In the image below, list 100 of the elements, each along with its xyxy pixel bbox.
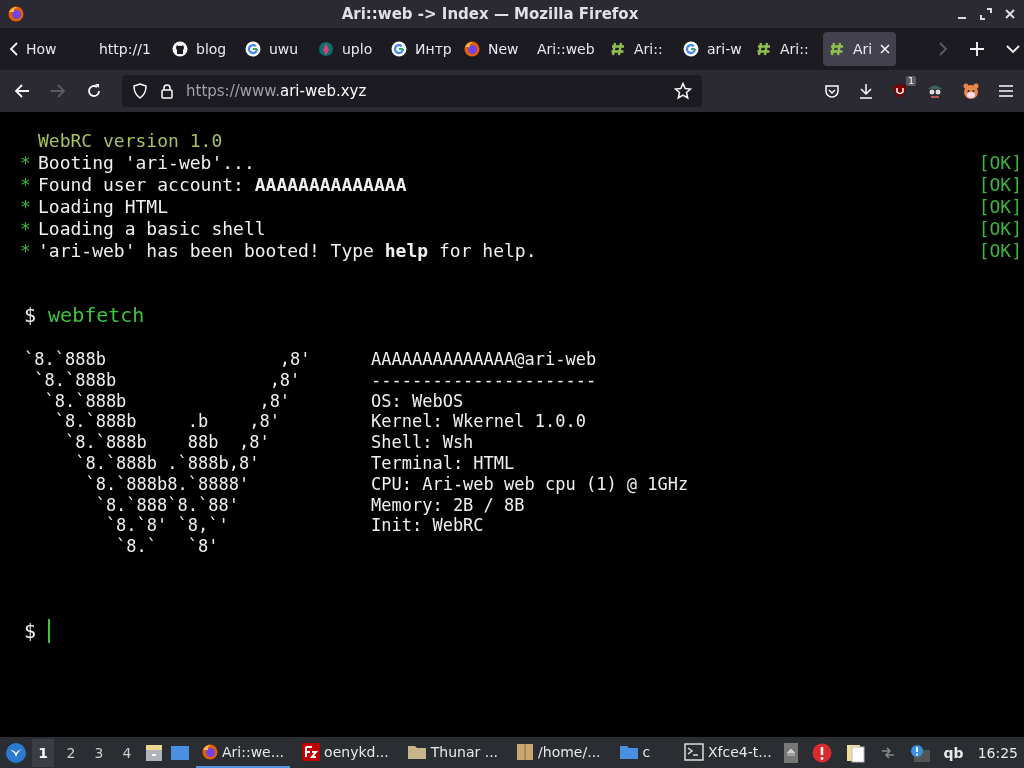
scroll-left-icon[interactable] bbox=[8, 42, 20, 56]
firefox-icon bbox=[202, 743, 218, 760]
shield-icon[interactable] bbox=[132, 83, 148, 99]
bullet: * bbox=[20, 196, 32, 218]
window-title: Ari::web -> Index — Mozilla Firefox bbox=[340, 5, 640, 23]
taskbar-button[interactable]: /home/... bbox=[510, 737, 607, 768]
ascii-art-line: `8.`888b ,8' bbox=[33, 369, 301, 391]
boot-message: 'ari-web' has been booted! Type help for help. bbox=[38, 240, 537, 261]
bullet: * bbox=[20, 218, 32, 240]
fz-app-icon bbox=[302, 742, 321, 761]
taskbar-button[interactable]: oenykd... bbox=[296, 737, 395, 768]
tray-label[interactable]: qb bbox=[943, 744, 964, 761]
chevron-down-icon[interactable] bbox=[1006, 44, 1020, 54]
plus-icon[interactable] bbox=[970, 42, 984, 56]
taskbar-button[interactable]: Ari::we... bbox=[196, 737, 291, 768]
system-info-line: ---------------------- bbox=[371, 369, 597, 391]
maximize-icon[interactable] bbox=[980, 8, 992, 20]
prompt-symbol: $ bbox=[24, 303, 37, 327]
address-bar[interactable]: https://www.ari-web.xyz bbox=[122, 75, 702, 107]
ascii-art-line: `8.`888b ,8' bbox=[24, 349, 311, 370]
command-text: webfetch bbox=[48, 303, 145, 327]
close-icon[interactable] bbox=[1004, 8, 1016, 20]
ascii-art-line: `8.`888b8.`8888' bbox=[84, 473, 250, 495]
hash-icon bbox=[756, 41, 772, 57]
bullet: * bbox=[20, 240, 32, 262]
system-info-line: CPU: Ari-web web cpu (1) @ 1GHz bbox=[371, 473, 689, 495]
boot-message: Loading a basic shell bbox=[38, 218, 266, 239]
terminal-icon bbox=[683, 742, 704, 761]
star-icon[interactable] bbox=[674, 82, 692, 100]
back-arrow-icon[interactable] bbox=[14, 83, 30, 99]
status-label: [OK] bbox=[978, 152, 1022, 174]
count-badge: 1 bbox=[906, 76, 916, 86]
browser-tab[interactable]: New bbox=[458, 32, 527, 66]
alert-icon[interactable] bbox=[811, 742, 832, 763]
browser-tab[interactable]: Ari::web bbox=[531, 32, 600, 66]
status-label: [OK] bbox=[978, 240, 1022, 262]
pocket-icon[interactable] bbox=[824, 83, 840, 99]
status-label: [OK] bbox=[978, 196, 1022, 218]
browser-tab[interactable]: Интр bbox=[385, 32, 454, 66]
version-header: WebRC version 1.0 bbox=[38, 130, 224, 152]
menu-icon[interactable] bbox=[998, 84, 1014, 98]
workspace-button[interactable]: 1 bbox=[32, 738, 54, 767]
browser-tab[interactable]: ari-w bbox=[677, 32, 746, 66]
lock-icon[interactable] bbox=[160, 83, 174, 99]
firefox-icon bbox=[464, 41, 480, 57]
hash-icon bbox=[829, 41, 845, 57]
status-label: [OK] bbox=[978, 174, 1022, 196]
taskbar-button[interactable]: c bbox=[612, 737, 657, 768]
browser-tab[interactable]: Ari bbox=[823, 32, 897, 66]
system-info-line: Memory: 2B / 8B bbox=[371, 494, 525, 516]
workspace-button[interactable]: 4 bbox=[116, 738, 138, 767]
system-info-line: Terminal: HTML bbox=[371, 453, 515, 474]
eject-icon[interactable] bbox=[783, 742, 798, 763]
workspace-button[interactable]: 3 bbox=[88, 738, 110, 767]
ascii-art-line: `8.`888b .`888b,8' bbox=[74, 453, 260, 474]
taskbar-button[interactable]: Xfce4-t... bbox=[677, 737, 778, 768]
boot-message: Found user account: AAAAAAAAAAAAAA bbox=[38, 174, 407, 195]
ascii-art-line: `8.`8' `8,`' bbox=[104, 515, 229, 537]
bird-logo-icon[interactable] bbox=[6, 742, 26, 763]
browser-tab[interactable]: How bbox=[20, 32, 89, 66]
reload-icon[interactable] bbox=[86, 83, 102, 99]
spy-extension-icon[interactable] bbox=[926, 83, 944, 99]
ascii-art-line: `8.`888`8.`88' bbox=[94, 494, 239, 516]
notification-icon[interactable] bbox=[909, 743, 930, 762]
g-letter-icon bbox=[683, 41, 699, 57]
browser-tab[interactable]: http://1 bbox=[93, 32, 162, 66]
package-icon bbox=[516, 742, 535, 761]
ascii-art-line: `8.`888b ,8' bbox=[43, 390, 291, 412]
system-info-line: Shell: Wsh bbox=[371, 432, 474, 453]
boot-message: Loading HTML bbox=[38, 196, 169, 217]
ascii-art-line: `8.` `8' bbox=[115, 536, 219, 557]
workspace-button[interactable]: 2 bbox=[60, 738, 82, 767]
ascii-art-line: `8.`888b .b ,8' bbox=[53, 411, 280, 433]
network-icon[interactable] bbox=[879, 744, 896, 761]
text-cursor bbox=[48, 618, 51, 643]
firefox-icon bbox=[8, 6, 24, 22]
status-label: [OK] bbox=[978, 218, 1022, 240]
bullet: * bbox=[20, 152, 32, 174]
notes-icon[interactable] bbox=[845, 742, 866, 763]
scroll-right-icon[interactable] bbox=[938, 42, 948, 56]
clock[interactable]: 16:25 bbox=[977, 744, 1018, 761]
hash-icon bbox=[610, 41, 626, 57]
shield-extension-icon[interactable] bbox=[892, 83, 908, 99]
browser-tab[interactable]: uplo bbox=[312, 32, 381, 66]
g-letter-icon bbox=[391, 41, 407, 57]
browser-tab[interactable]: Ari:: bbox=[750, 32, 819, 66]
system-info-line: Kernel: Wkernel 1.0.0 bbox=[371, 411, 586, 433]
bullet: * bbox=[20, 174, 32, 196]
boot-message: Booting 'ari-web'... bbox=[38, 152, 255, 173]
browser-tab[interactable]: Ari:: bbox=[604, 32, 673, 66]
browser-tab[interactable]: blog bbox=[166, 32, 235, 66]
system-info-line: OS: WebOS bbox=[371, 390, 464, 412]
download-icon[interactable] bbox=[858, 83, 874, 99]
browser-tab[interactable]: uwu bbox=[239, 32, 308, 66]
prompt-symbol: $ bbox=[24, 618, 37, 643]
taskbar-button[interactable]: Thunar ... bbox=[400, 737, 505, 768]
g-letter-icon bbox=[245, 41, 261, 57]
cabinet-icon[interactable] bbox=[144, 742, 164, 763]
system-info-line: Init: WebRC bbox=[371, 515, 484, 537]
ascii-art-line: `8.`888b 88b ,8' bbox=[63, 432, 270, 453]
